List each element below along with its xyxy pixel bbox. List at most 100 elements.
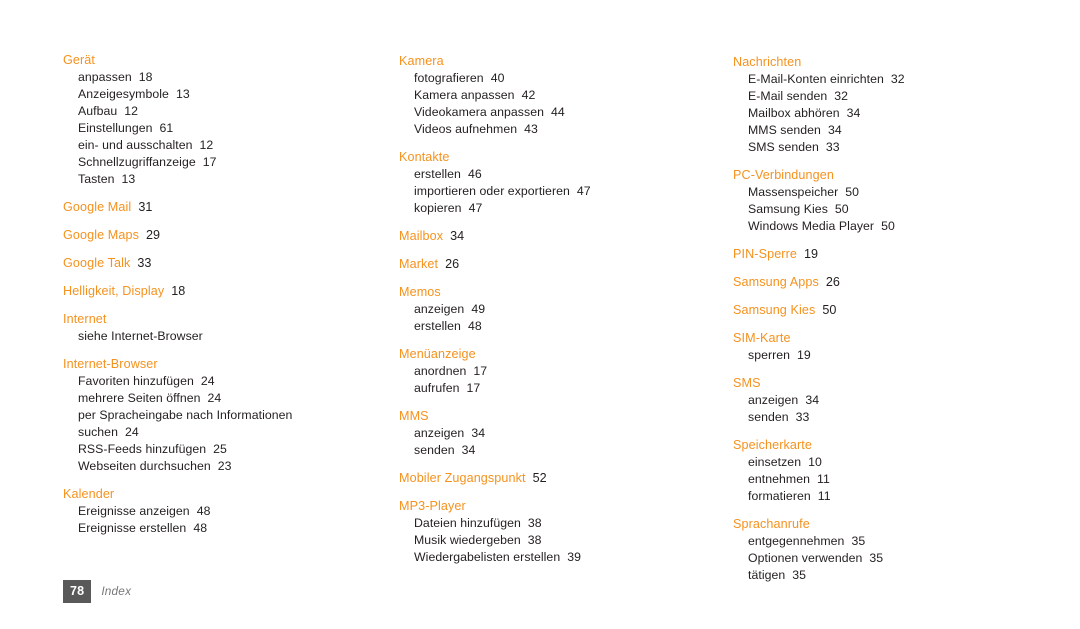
index-subentry[interactable]: Samsung Kies 50 bbox=[733, 201, 1033, 218]
index-entry-group: Memos anzeigen 49 erstellen 48 bbox=[399, 279, 699, 335]
page-number-badge: 78 bbox=[63, 580, 92, 603]
index-subentry-page-number: 43 bbox=[524, 122, 538, 136]
index-subentry-label: Musik wiedergeben bbox=[414, 533, 521, 547]
index-subentry[interactable]: erstellen 48 bbox=[399, 318, 699, 335]
index-subentry[interactable]: anzeigen 49 bbox=[399, 301, 699, 318]
index-subentry[interactable]: Wiedergabelisten erstellen 39 bbox=[399, 549, 699, 566]
index-subentry[interactable]: aufrufen 17 bbox=[399, 380, 699, 397]
index-subentry[interactable]: anzeigen 34 bbox=[733, 392, 1033, 409]
index-subentry[interactable]: einsetzen 10 bbox=[733, 454, 1033, 471]
index-subentry[interactable]: RSS-Feeds hinzufügen 25 bbox=[63, 441, 363, 458]
index-subentry[interactable]: anordnen 17 bbox=[399, 363, 699, 380]
index-subentry-page-number: 38 bbox=[527, 533, 542, 547]
index-entry-heading[interactable]: SMS bbox=[733, 370, 1033, 392]
index-subentry[interactable]: senden 34 bbox=[399, 442, 699, 459]
index-entry-page-number: 29 bbox=[146, 228, 161, 242]
index-subentry[interactable]: Optionen verwenden 35 bbox=[733, 550, 1033, 567]
index-entry-heading[interactable]: Kontakte bbox=[399, 144, 699, 166]
index-subentry[interactable]: Musik wiedergeben 38 bbox=[399, 532, 699, 549]
index-subentry[interactable]: tätigen 35 bbox=[733, 567, 1033, 584]
index-entry-heading[interactable]: Kalender bbox=[63, 481, 363, 503]
index-subentry[interactable]: Tasten 13 bbox=[63, 171, 363, 188]
index-entry-group: Google Maps 29 bbox=[63, 222, 363, 244]
index-subentry-page-number: 17 bbox=[202, 155, 217, 169]
index-subentry[interactable]: E-Mail-Konten einrichten 32 bbox=[733, 71, 1033, 88]
index-subentry-list: Ereignisse anzeigen 48 Ereignisse erstelle… bbox=[63, 503, 363, 537]
index-subentry[interactable]: entgegennehmen 35 bbox=[733, 533, 1033, 550]
index-subentry[interactable]: Einstellungen 61 bbox=[63, 120, 363, 137]
index-subentry-page-number: 33 bbox=[795, 410, 810, 424]
index-entry-heading[interactable]: MP3-Player bbox=[399, 493, 699, 515]
index-entry-heading[interactable]: Menüanzeige bbox=[399, 341, 699, 363]
index-entry-heading[interactable]: Google Mail 31 bbox=[63, 194, 363, 216]
index-subentry[interactable]: Webseiten durchsuchen 23 bbox=[63, 458, 363, 475]
index-subentry[interactable]: SMS senden 33 bbox=[733, 139, 1033, 156]
index-entry-heading[interactable]: Nachrichten bbox=[733, 54, 1033, 71]
index-subentry[interactable]: Aufbau 12 bbox=[63, 103, 363, 120]
index-subentry[interactable]: Schnellzugriffanzeige 17 bbox=[63, 154, 363, 171]
index-entry-heading[interactable]: Mobiler Zugangspunkt 52 bbox=[399, 465, 699, 487]
index-entry-heading[interactable]: Market 26 bbox=[399, 251, 699, 273]
index-subentry[interactable]: Ereignisse anzeigen 48 bbox=[63, 503, 363, 520]
index-subentry[interactable]: Massenspeicher 50 bbox=[733, 184, 1033, 201]
index-subentry[interactable]: anzeigen 34 bbox=[399, 425, 699, 442]
index-subentry[interactable]: Kamera anpassen 42 bbox=[399, 87, 699, 104]
index-subentry-label: ein- und ausschalten bbox=[78, 138, 193, 152]
index-subentry[interactable]: Mailbox abhören 34 bbox=[733, 105, 1033, 122]
index-entry-heading[interactable]: PC-Verbindungen bbox=[733, 162, 1033, 184]
index-subentry-list: entgegennehmen 35 Optionen verwenden 35 täti… bbox=[733, 533, 1033, 584]
index-subentry-label: senden bbox=[414, 443, 455, 457]
index-subentry[interactable]: Dateien hinzufügen 38 bbox=[399, 515, 699, 532]
index-entry-heading[interactable]: Kamera bbox=[399, 53, 699, 70]
index-subentry[interactable]: Videokamera anpassen 44 bbox=[399, 104, 699, 121]
index-subentry[interactable]: Favoriten hinzufügen 24 bbox=[63, 373, 363, 390]
index-entry-heading[interactable]: PIN-Sperre 19 bbox=[733, 241, 1033, 263]
index-entry-heading[interactable]: MMS bbox=[399, 403, 699, 425]
index-entry-heading[interactable]: Internet-Browser bbox=[63, 351, 363, 373]
index-subentry[interactable]: entnehmen 11 bbox=[733, 471, 1033, 488]
index-entry-heading[interactable]: Google Maps 29 bbox=[63, 222, 363, 244]
index-entry-heading[interactable]: Samsung Apps 26 bbox=[733, 269, 1033, 291]
index-subentry[interactable]: Ereignisse erstellen 48 bbox=[63, 520, 363, 537]
index-subentry-page-number: 23 bbox=[217, 459, 232, 473]
index-subentry[interactable]: formatieren 11 bbox=[733, 488, 1033, 505]
index-entry-group: PIN-Sperre 19 bbox=[733, 241, 1033, 263]
index-entry-heading[interactable]: Mailbox 34 bbox=[399, 223, 699, 245]
index-entry-group: Menüanzeige anordnen 17 aufrufen 17 bbox=[399, 341, 699, 397]
index-subentry-page-number: 32 bbox=[890, 72, 905, 86]
index-subentry-page-number: 50 bbox=[881, 219, 895, 233]
index-entry-heading-label: MP3-Player bbox=[399, 499, 466, 513]
index-entry-heading[interactable]: Google Talk 33 bbox=[63, 250, 363, 272]
index-subentry-page-number: 12 bbox=[124, 104, 139, 118]
index-entry-heading[interactable]: Helligkeit, Display 18 bbox=[63, 278, 363, 300]
index-subentry-list: anzeigen 34 senden 33 bbox=[733, 392, 1033, 426]
index-subentry-page-number: 47 bbox=[468, 201, 483, 215]
index-subentry[interactable]: senden 33 bbox=[733, 409, 1033, 426]
index-subentry[interactable]: E-Mail senden 32 bbox=[733, 88, 1033, 105]
index-subentry[interactable]: kopieren 47 bbox=[399, 200, 699, 217]
index-entry-heading[interactable]: Gerät bbox=[63, 52, 363, 69]
index-subentry[interactable]: ein- und ausschalten 12 bbox=[63, 137, 363, 154]
index-subentry[interactable]: sperren 19 bbox=[733, 347, 1033, 364]
index-entry-heading[interactable]: SIM-Karte bbox=[733, 325, 1033, 347]
index-subentry-label: entgegennehmen bbox=[748, 534, 845, 548]
index-subentry[interactable]: importieren oder exportieren 47 bbox=[399, 183, 699, 200]
index-entry-heading[interactable]: Internet bbox=[63, 306, 363, 328]
index-subentry-label: anordnen bbox=[414, 364, 467, 378]
index-subentry[interactable]: per Spracheingabe nach Informationen suc… bbox=[63, 407, 338, 441]
index-entry-heading-label: SMS bbox=[733, 376, 761, 390]
index-subentry[interactable]: siehe Internet-Browser bbox=[63, 328, 363, 345]
index-subentry[interactable]: Windows Media Player 50 bbox=[733, 218, 1033, 235]
index-subentry[interactable]: MMS senden 34 bbox=[733, 122, 1033, 139]
index-subentry[interactable]: mehrere Seiten öffnen 24 bbox=[63, 390, 363, 407]
index-entry-heading[interactable]: Memos bbox=[399, 279, 699, 301]
index-subentry[interactable]: anpassen 18 bbox=[63, 69, 363, 86]
index-subentry-label: E-Mail senden bbox=[748, 89, 828, 103]
index-subentry[interactable]: Anzeigesymbole 13 bbox=[63, 86, 363, 103]
index-entry-heading[interactable]: Samsung Kies 50 bbox=[733, 297, 1033, 319]
index-entry-heading[interactable]: Speicherkarte bbox=[733, 432, 1033, 454]
index-subentry[interactable]: erstellen 46 bbox=[399, 166, 699, 183]
index-subentry[interactable]: fotografieren 40 bbox=[399, 70, 699, 87]
index-subentry[interactable]: Videos aufnehmen 43 bbox=[399, 121, 699, 138]
index-entry-heading[interactable]: Sprachanrufe bbox=[733, 511, 1033, 533]
